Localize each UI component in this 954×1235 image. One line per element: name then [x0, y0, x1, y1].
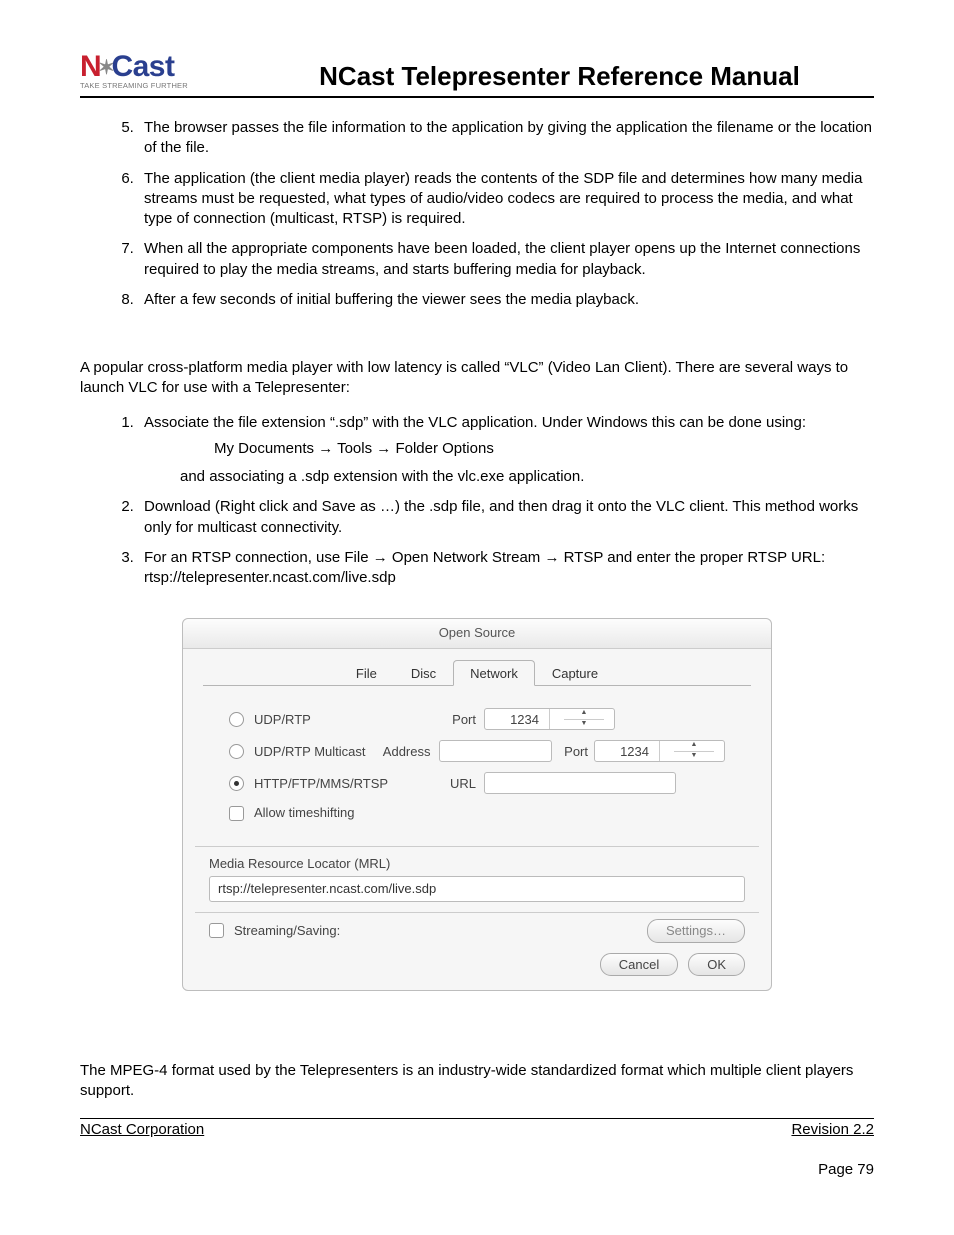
checkbox-streaming-saving[interactable]: [209, 923, 224, 938]
checkbox-label: Allow timeshifting: [254, 804, 354, 822]
mrl-label: Media Resource Locator (MRL): [209, 855, 745, 873]
list-text: Download (Right click and Save as …) the…: [144, 498, 858, 535]
url-field[interactable]: [484, 772, 676, 794]
port-label: Port: [416, 711, 476, 729]
list-text: For an RTSP connection, use File → Open …: [144, 549, 825, 586]
page-number: Page 79: [80, 1160, 874, 1180]
footer-left: NCast Corporation: [80, 1120, 204, 1140]
tab-pane-network: UDP/RTP Port 1234 ▲▼ UDP/RTP Multicast A…: [203, 686, 751, 846]
paragraph-mpeg4: The MPEG-4 format used by the Telepresen…: [80, 1061, 874, 1102]
paragraph-vlc: A popular cross-platform media player wi…: [80, 358, 874, 399]
list-item: The browser passes the file information …: [138, 118, 874, 159]
list-sub-note: and associating a .sdp extension with th…: [180, 467, 874, 487]
page-content: The browser passes the file information …: [80, 118, 874, 1180]
cancel-button[interactable]: Cancel: [600, 953, 678, 977]
ordered-list-a: The browser passes the file information …: [80, 118, 874, 310]
port-field-2[interactable]: 1234 ▲▼: [594, 740, 725, 762]
dialog-tabs: FileDiscNetworkCapture: [203, 659, 751, 687]
tab-disc[interactable]: Disc: [394, 660, 453, 687]
logo-tagline: TAKE STREAMING FURTHER: [80, 81, 225, 90]
tab-capture[interactable]: Capture: [535, 660, 615, 687]
page-title: NCast Telepresenter Reference Manual: [245, 61, 874, 94]
list-text: Associate the file extension “.sdp” with…: [144, 414, 806, 431]
ncast-logo: N✶Cast TAKE STREAMING FURTHER: [80, 50, 225, 90]
list-item: The application (the client media player…: [138, 169, 874, 230]
address-field[interactable]: [439, 740, 552, 762]
tab-file[interactable]: File: [339, 660, 394, 687]
footer-right: Revision 2.2: [791, 1120, 874, 1140]
radio-udp-rtp-multicast[interactable]: [229, 744, 244, 759]
radio-http-ftp-mms-rtsp[interactable]: [229, 776, 244, 791]
checkbox-timeshifting[interactable]: [229, 806, 244, 821]
spinner-icon[interactable]: ▲▼: [549, 709, 614, 729]
open-source-dialog: Open Source FileDiscNetworkCapture UDP/R…: [182, 618, 772, 991]
logo-cast: Cast: [111, 50, 174, 83]
page-footer: NCast Corporation Revision 2.2: [80, 1118, 874, 1140]
list-item: Download (Right click and Save as …) the…: [138, 497, 874, 538]
dialog-title: Open Source: [183, 619, 771, 649]
list-item: After a few seconds of initial buffering…: [138, 290, 874, 310]
page-header: N✶Cast TAKE STREAMING FURTHER NCast Tele…: [80, 50, 874, 98]
tab-network[interactable]: Network: [453, 660, 535, 687]
url-label: URL: [416, 775, 476, 793]
radio-udp-rtp[interactable]: [229, 712, 244, 727]
ordered-list-b: Associate the file extension “.sdp” with…: [80, 413, 874, 589]
list-item: For an RTSP connection, use File → Open …: [138, 548, 874, 589]
settings-button[interactable]: Settings…: [647, 919, 745, 943]
port-field-1[interactable]: 1234 ▲▼: [484, 708, 615, 730]
list-item: Associate the file extension “.sdp” with…: [138, 413, 874, 488]
mrl-value: rtsp://telepresenter.ncast.com/live.sdp: [218, 881, 436, 896]
port-label-2: Port: [558, 743, 588, 761]
radio-label: UDP/RTP: [254, 711, 416, 729]
radio-label: UDP/RTP Multicast: [254, 743, 383, 761]
radio-label: HTTP/FTP/MMS/RTSP: [254, 775, 416, 793]
address-label: Address: [383, 743, 431, 761]
checkbox-label: Streaming/Saving:: [234, 922, 340, 940]
ok-button[interactable]: OK: [688, 953, 745, 977]
port-value: 1234: [595, 743, 659, 761]
port-value: 1234: [485, 711, 549, 729]
mrl-field[interactable]: rtsp://telepresenter.ncast.com/live.sdp: [209, 876, 745, 902]
list-sub-path: My Documents → Tools → Folder Options: [214, 439, 874, 459]
list-item: When all the appropriate components have…: [138, 239, 874, 280]
spinner-icon[interactable]: ▲▼: [659, 741, 724, 761]
